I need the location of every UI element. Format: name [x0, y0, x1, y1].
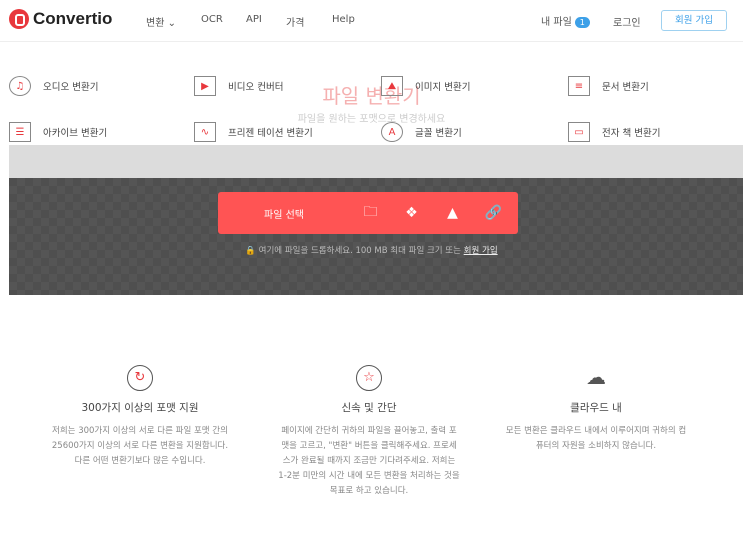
refresh-icon: ↻: [127, 365, 153, 391]
menu-presentation[interactable]: ∿ 프리젠 테이션 변환기: [194, 122, 313, 142]
url-link-icon[interactable]: 🔗: [473, 205, 514, 221]
menu-document[interactable]: ≡ 문서 변환기: [568, 76, 649, 96]
image-icon: ⛰: [381, 76, 403, 96]
my-files-link[interactable]: 내 파일 1: [541, 13, 590, 28]
logo-icon: [9, 9, 29, 29]
nav-ocr[interactable]: OCR: [201, 14, 223, 25]
folder-search-icon[interactable]: 🗀: [350, 201, 391, 225]
logo-text: Convertio: [33, 9, 113, 28]
menu-ebook[interactable]: ▭ 전자 책 변환기: [568, 122, 660, 142]
feature-fast: ☆ 신속 및 간단 페이지에 간단히 귀하의 파일을 끌어놓고, 출력 포맷을 고르…: [264, 365, 474, 499]
document-icon: ≡: [568, 76, 590, 96]
nav-convert[interactable]: 변환 ⌄: [146, 14, 176, 29]
file-count-badge: 1: [574, 17, 590, 28]
feature-formats: ↻ 300가지 이상의 포맷 지원 저희는 300가지 이상의 서로 다른 파일 포…: [35, 365, 245, 469]
logo[interactable]: Convertio: [9, 9, 112, 29]
presentation-icon: ∿: [194, 122, 216, 142]
star-icon: ☆: [356, 365, 382, 391]
signup-link[interactable]: 회원 가입: [464, 246, 498, 256]
nav-pricing[interactable]: 가격: [286, 14, 304, 29]
choose-files-button[interactable]: 파일 선택 🗀 ❖ ▲ 🔗: [218, 192, 518, 234]
header: Convertio 변환 ⌄ OCR API 가격 Help 내 파일 1 로그인…: [0, 0, 743, 42]
feature-cloud: ☁ 클라우드 내 모든 변환은 클라우드 내에서 이루어지며 귀하의 컴퓨터의 자원…: [505, 365, 687, 451]
menu-audio[interactable]: ♫ 오디오 변환기: [9, 76, 98, 96]
nav-api[interactable]: API: [246, 14, 262, 25]
converter-menu: ♫ 오디오 변환기 ▶ 비디오 컨버터 ⛰ 이미지 변환기 ≡ 문서 변환기 ☰ 아카이브…: [0, 42, 743, 145]
cloud-upload-icon: ☁: [586, 365, 606, 389]
archive-icon: ☰: [9, 122, 31, 142]
video-icon: ▶: [194, 76, 216, 96]
dropbox-icon[interactable]: ❖: [391, 205, 432, 221]
menu-image[interactable]: ⛰ 이미지 변환기: [381, 76, 470, 96]
menu-video[interactable]: ▶ 비디오 컨버터: [194, 76, 283, 96]
font-icon: A: [381, 122, 403, 142]
drop-hint: 🔒 여기에 파일을 드롭하세요. 100 MB 최대 파일 크기 또는 회원 가…: [245, 246, 498, 256]
menu-shadow: [9, 145, 743, 178]
choose-files-label[interactable]: 파일 선택: [218, 206, 350, 221]
google-drive-icon[interactable]: ▲: [432, 205, 473, 221]
menu-font[interactable]: A 글꼴 변환기: [381, 122, 462, 142]
login-link[interactable]: 로그인: [613, 14, 641, 29]
ebook-icon: ▭: [568, 122, 590, 142]
lock-icon: 🔒: [245, 246, 256, 256]
menu-archive[interactable]: ☰ 아카이브 변환기: [9, 122, 107, 142]
nav-help[interactable]: Help: [332, 14, 355, 25]
signup-button[interactable]: 회원 가입: [661, 10, 727, 31]
music-icon: ♫: [9, 76, 31, 96]
